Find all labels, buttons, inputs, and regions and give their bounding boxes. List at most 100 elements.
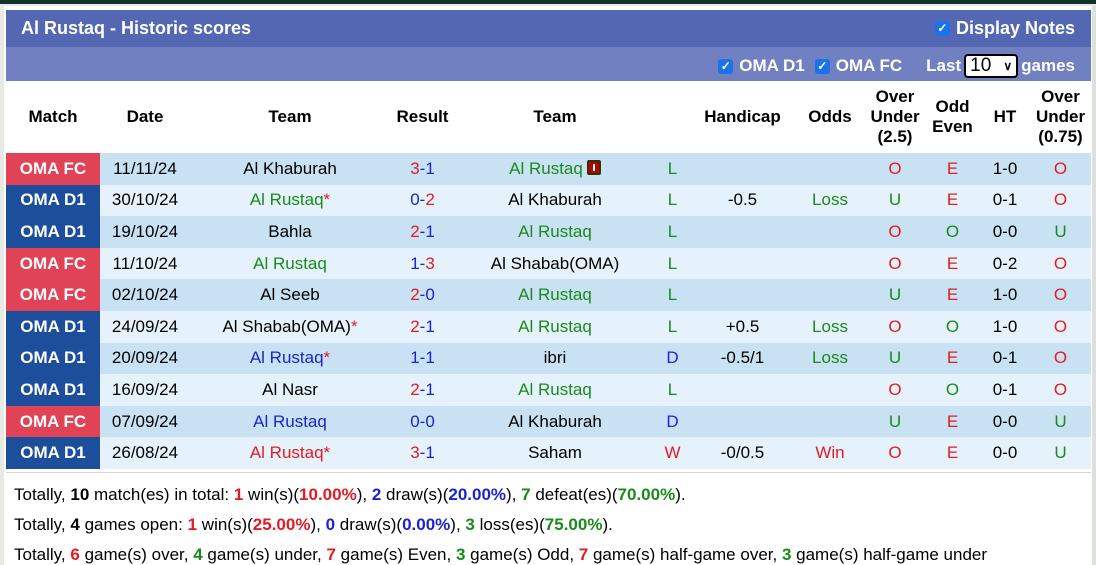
over-under-25: O — [865, 216, 925, 248]
home-team-link[interactable]: Al Rustaq — [250, 190, 324, 209]
table-row: OMA FC 11/10/24 Al Rustaq 1-3 Al Shabab(… — [6, 247, 1091, 280]
home-team-cell: Al Rustaq* — [190, 437, 390, 469]
half-time-score: 1-0 — [980, 153, 1030, 185]
over-under-25: O — [865, 247, 925, 280]
summary-text: draw(s)( — [335, 515, 403, 534]
away-team-link[interactable]: ibri — [544, 348, 567, 367]
summary-text: ), — [506, 485, 522, 504]
away-team-cell: ibri — [455, 342, 655, 375]
away-team-link[interactable]: Al Rustaq — [518, 380, 592, 399]
away-team-link[interactable]: Al Rustaq — [518, 222, 592, 241]
win-draw-loss: L — [655, 184, 690, 217]
away-team-link[interactable]: Al Rustaq — [518, 285, 592, 304]
result-cell[interactable]: 2-1 — [390, 216, 455, 248]
home-team-link[interactable]: Al Khaburah — [243, 159, 337, 178]
result-cell[interactable]: 3-1 — [390, 153, 455, 185]
home-team-link[interactable]: Bahla — [268, 222, 311, 241]
away-team-link[interactable]: Al Shabab(OMA) — [491, 254, 620, 273]
win-draw-loss: L — [655, 153, 690, 185]
result-cell[interactable]: 0-0 — [390, 405, 455, 438]
away-team-link[interactable]: Al Rustaq — [518, 317, 592, 336]
col-away-team: Team — [455, 81, 655, 153]
summary-text: win(s)( — [243, 485, 300, 504]
away-score: 0 — [425, 285, 435, 305]
home-team-link[interactable]: Al Seeb — [260, 285, 320, 304]
summary-stat-value: 75.00% — [544, 515, 603, 534]
over-under-075: O — [1030, 342, 1091, 375]
league-badge[interactable]: OMA D1 — [6, 310, 100, 343]
table-row: OMA D1 16/09/24 Al Nasr 2-1 Al Rustaq L … — [6, 374, 1091, 406]
table-row: OMA D1 26/08/24 Al Rustaq* 3-1 Saham W -… — [6, 437, 1091, 469]
over-under-25: U — [865, 342, 925, 375]
result-cell[interactable]: 1-1 — [390, 342, 455, 375]
oma-fc-checkbox[interactable]: ✓ — [814, 58, 830, 74]
away-score: 0 — [425, 411, 435, 431]
home-team-link[interactable]: Al Shabab(OMA) — [222, 317, 351, 336]
league-badge[interactable]: OMA D1 — [6, 342, 100, 375]
summary-stat-value: 6 — [70, 545, 80, 564]
league-badge[interactable]: OMA FC — [6, 279, 100, 311]
display-notes-toggle[interactable]: ✓ Display Notes — [934, 18, 1075, 39]
away-team-link[interactable]: Al Khaburah — [508, 190, 602, 209]
summary-text: ), — [310, 515, 326, 534]
home-team-link[interactable]: Al Nasr — [262, 380, 318, 399]
summary-text: match(es) in total: — [89, 485, 234, 504]
handicap-value: -0.5/1 — [690, 342, 795, 375]
league-badge[interactable]: OMA D1 — [6, 374, 100, 406]
home-score: 0 — [410, 411, 420, 431]
home-team-link[interactable]: Al Rustaq — [253, 254, 327, 273]
historic-scores-panel: Al Rustaq - Historic scores ✓ Display No… — [4, 6, 1092, 565]
summary-line-over-under: Totally, 6 game(s) over, 4 game(s) under… — [14, 545, 987, 565]
league-badge[interactable]: OMA D1 — [6, 216, 100, 248]
home-team-cell: Al Shabab(OMA)* — [190, 310, 390, 343]
home-team-link[interactable]: Al Rustaq — [253, 412, 327, 431]
home-score: 2 — [410, 221, 420, 241]
odds-result: Loss — [795, 310, 865, 343]
handicap-value — [690, 153, 795, 185]
result-cell[interactable]: 2-0 — [390, 279, 455, 311]
result-cell[interactable]: 1-3 — [390, 247, 455, 280]
league-badge[interactable]: OMA FC — [6, 405, 100, 438]
handicap-value — [690, 405, 795, 438]
summary-text: win(s)( — [197, 515, 253, 534]
odd-even: E — [925, 405, 980, 438]
home-score: 3 — [410, 158, 420, 178]
away-score: 1 — [425, 316, 435, 336]
summary-text: games open: — [79, 515, 188, 534]
away-team-link[interactable]: Al Rustaq — [509, 159, 583, 178]
result-cell[interactable]: 0-2 — [390, 184, 455, 217]
league-badge[interactable]: OMA D1 — [6, 437, 100, 469]
league-badge[interactable]: OMA FC — [6, 153, 100, 185]
last-label: Last — [926, 56, 962, 75]
league-badge[interactable]: OMA D1 — [6, 184, 100, 217]
oma-fc-label: OMA FC — [835, 56, 903, 75]
over-under-075: O — [1030, 279, 1091, 311]
half-time-score: 1-0 — [980, 310, 1030, 343]
col-oe-line1: Odd — [935, 97, 970, 116]
away-team-cell: Al Rustaq — [455, 216, 655, 248]
col-ou075-line1: Over — [1041, 87, 1080, 106]
match-date: 26/08/24 — [100, 437, 190, 469]
match-date: 30/10/24 — [100, 184, 190, 217]
col-ou075-line3: (0.75) — [1038, 127, 1083, 146]
away-team-link[interactable]: Saham — [528, 443, 582, 462]
oma-d1-checkbox[interactable]: ✓ — [718, 58, 734, 74]
summary-text: ). — [602, 515, 613, 534]
league-badge[interactable]: OMA FC — [6, 247, 100, 280]
away-team-link[interactable]: Al Khaburah — [508, 412, 602, 431]
half-time-score: 0-1 — [980, 342, 1030, 375]
half-time-score: 0-1 — [980, 184, 1030, 217]
home-team-link[interactable]: Al Rustaq — [250, 443, 324, 462]
result-cell[interactable]: 3-1 — [390, 437, 455, 469]
home-team-link[interactable]: Al Rustaq — [250, 348, 324, 367]
result-cell[interactable]: 2-1 — [390, 310, 455, 343]
display-notes-checkbox[interactable]: ✓ — [934, 21, 950, 36]
result-cell[interactable]: 2-1 — [390, 374, 455, 406]
away-score: 1 — [425, 158, 435, 178]
summary-text: ), — [450, 515, 466, 534]
home-score: 0 — [410, 190, 420, 210]
over-under-075: O — [1030, 184, 1091, 217]
odd-even: E — [925, 279, 980, 311]
last-games-select[interactable]: 10 ∨ — [964, 54, 1019, 78]
away-team-cell: Al Khaburah — [455, 405, 655, 438]
